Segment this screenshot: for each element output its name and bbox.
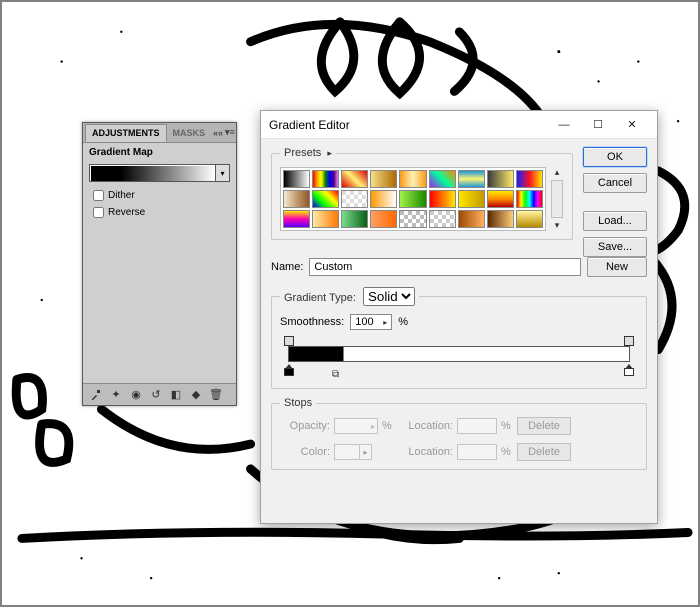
trash-icon[interactable]: 🗑 [209,388,223,402]
preset-swatch[interactable] [341,190,368,208]
preset-swatch[interactable] [399,210,426,228]
stops-fieldset: Stops Opacity: ▸ % Location: % Delete Co… [271,397,647,470]
gradient-type-select[interactable]: Solid [363,287,415,306]
opacity-location-input [457,418,497,434]
stops-legend: Stops [280,397,316,409]
opacity-label: Opacity: [280,420,330,432]
scroll-down-icon[interactable]: ▾ [555,220,560,231]
color-location-input [457,444,497,460]
gradient-preview[interactable] [89,164,216,182]
color-stop-left[interactable] [284,364,294,376]
preset-swatch[interactable] [312,190,339,208]
adjustment-title: Gradient Map [83,143,236,164]
preset-swatch[interactable] [516,190,543,208]
color-location-unit: % [501,446,513,458]
reverse-checkbox[interactable]: Reverse [93,207,226,218]
gradient-editor-dialog: Gradient Editor — ☐ ✕ Presets ▸ ▴ ▾ [260,110,658,524]
delete-color-stop-button: Delete [517,443,571,461]
dialog-titlebar[interactable]: Gradient Editor — ☐ ✕ [261,111,657,139]
reset-icon[interactable]: ↺ [149,388,163,402]
opacity-unit: % [382,420,394,432]
dialog-title: Gradient Editor [269,118,547,132]
preset-swatch[interactable] [429,190,456,208]
reverse-input[interactable] [93,207,104,218]
preset-swatch[interactable] [399,170,426,188]
preset-swatch[interactable] [312,170,339,188]
load-button[interactable]: Load... [583,211,647,231]
gradient-dropdown-icon[interactable]: ▾ [216,164,230,182]
smoothness-label: Smoothness: [280,316,344,328]
adjustments-footer: ✦ ◉ ↺ ◧ ◆ 🗑 [83,383,236,405]
delete-opacity-stop-button: Delete [517,417,571,435]
preset-swatch[interactable] [312,210,339,228]
clip-icon[interactable]: ◆ [189,388,203,402]
new-adjustment-icon[interactable]: ◧ [169,388,183,402]
presets-legend: Presets ▸ [280,147,336,159]
preset-swatch[interactable] [487,210,514,228]
opacity-location-unit: % [501,420,513,432]
opacity-input: ▸ [334,418,378,434]
eye-icon[interactable]: ◉ [129,388,143,402]
preset-swatch[interactable] [458,190,485,208]
color-swatch-input: ▸ [334,444,378,460]
name-input[interactable] [309,258,581,276]
new-button[interactable]: New [587,257,647,277]
ok-button[interactable]: OK [583,147,647,167]
dither-input[interactable] [93,190,104,201]
preset-swatch[interactable] [487,170,514,188]
tab-adjustments[interactable]: ADJUSTMENTS [85,124,167,142]
reverse-label: Reverse [108,207,145,218]
minimize-icon[interactable]: — [547,114,581,136]
color-location-label: Location: [398,446,453,458]
adjustments-panel: ADJUSTMENTS MASKS «« ▾≡ Gradient Map ▾ D… [82,122,237,406]
preset-swatch[interactable] [458,170,485,188]
eyedropper-icon[interactable] [89,388,103,402]
name-label: Name: [271,261,303,273]
gradient-bar[interactable]: ⧉ [282,336,636,376]
presets-grid [280,167,546,231]
opacity-location-label: Location: [398,420,453,432]
chevron-right-icon[interactable]: ▸ [383,318,387,327]
preset-swatch[interactable] [370,210,397,228]
cancel-button[interactable]: Cancel [583,173,647,193]
preset-swatch[interactable] [341,170,368,188]
panel-menu-icon[interactable]: ▾≡ [225,126,235,140]
preset-swatch[interactable] [370,190,397,208]
opacity-stop-right[interactable] [624,336,634,346]
smoothness-unit: % [398,316,408,328]
link-stops-icon[interactable]: ⧉ [332,369,339,380]
preset-swatch[interactable] [283,190,310,208]
pin-icon[interactable]: ✦ [109,388,123,402]
color-stop-right[interactable] [624,364,634,376]
gradient-type-fieldset: Gradient Type: Solid Smoothness: 100▸ % … [271,287,647,389]
preset-swatch[interactable] [487,190,514,208]
preset-swatch[interactable] [283,170,310,188]
presets-menu-icon[interactable]: ▸ [327,148,332,158]
close-icon[interactable]: ✕ [615,114,649,136]
presets-scrollbar[interactable] [551,180,563,218]
presets-fieldset: Presets ▸ ▴ ▾ [271,147,573,240]
preset-swatch[interactable] [429,210,456,228]
preset-swatch[interactable] [516,210,543,228]
preset-swatch[interactable] [458,210,485,228]
maximize-icon[interactable]: ☐ [581,114,615,136]
collapse-icon[interactable]: «« [213,126,223,140]
dither-label: Dither [108,190,135,201]
tab-masks[interactable]: MASKS [167,125,212,141]
adjustments-tabstrip: ADJUSTMENTS MASKS «« ▾≡ [83,123,236,143]
preset-swatch[interactable] [429,170,456,188]
smoothness-input[interactable]: 100▸ [350,314,392,330]
color-label: Color: [280,446,330,458]
gradient-type-legend: Gradient Type: Solid [280,287,419,306]
dither-checkbox[interactable]: Dither [93,190,226,201]
preset-swatch[interactable] [399,190,426,208]
preset-swatch[interactable] [370,170,397,188]
scroll-up-icon[interactable]: ▴ [555,167,560,178]
preset-swatch[interactable] [516,170,543,188]
save-button[interactable]: Save... [583,237,647,257]
opacity-stop-left[interactable] [284,336,294,346]
preset-swatch[interactable] [283,210,310,228]
preset-swatch[interactable] [341,210,368,228]
